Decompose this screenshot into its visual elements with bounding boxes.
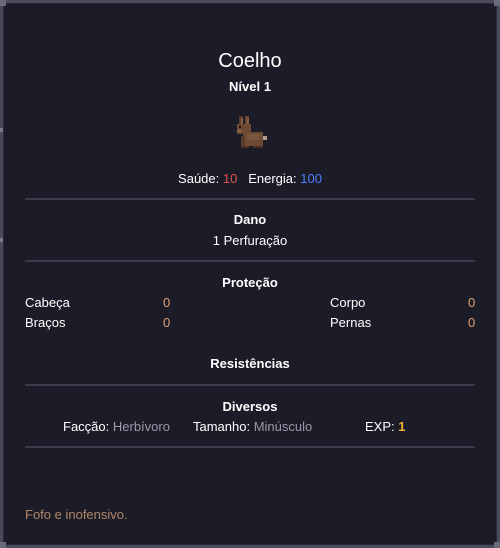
energy-label: Energia: [248,171,297,186]
protection-head-label: Cabeça [25,295,70,310]
faction-stat: Facção: Herbívoro [63,419,170,434]
energy-value: 100 [300,171,322,186]
exp-value: 1 [398,419,406,434]
exp-label: EXP: [365,419,395,434]
size-label: Tamanho: [193,419,251,434]
rabbit-icon [237,116,267,148]
section-divider [25,260,475,262]
health-value: 10 [222,171,238,186]
resistances-title: Resistências [210,356,290,371]
section-divider [25,198,475,200]
damage-value: 1 Perfuração [212,233,288,248]
panel-corner [0,0,6,6]
protection-head-value: 0 [163,295,171,310]
faction-label: Facção: [63,419,110,434]
protection-body-label: Corpo [330,295,366,310]
creature-description: Fofo e inofensivo. [25,507,128,522]
faction-value: Herbívoro [112,419,170,434]
protection-arms-label: Braços [25,315,66,330]
protection-arms-value: 0 [163,315,171,330]
creature-level: Nível 1 [229,79,271,94]
size-stat: Tamanho: Minúsculo [193,419,312,434]
section-divider [25,446,475,448]
size-value: Minúsculo [253,419,313,434]
protection-legs-label: Pernas [330,315,372,330]
misc-title: Diversos [222,399,278,414]
exp-stat: EXP: 1 [365,419,405,434]
panel-corner [494,542,500,548]
damage-title: Dano [233,212,267,227]
health-label: Saúde: [178,171,220,186]
vital-stats: Saúde: 10 Energia: 100 [0,171,500,186]
section-divider [25,384,475,386]
protection-title: Proteção [222,275,278,290]
panel-corner [494,0,500,6]
creature-name: Coelho [218,50,282,72]
panel-edge-notch [0,128,3,132]
panel-corner [0,542,6,548]
protection-legs-value: 0 [468,315,476,330]
protection-body-value: 0 [468,295,476,310]
